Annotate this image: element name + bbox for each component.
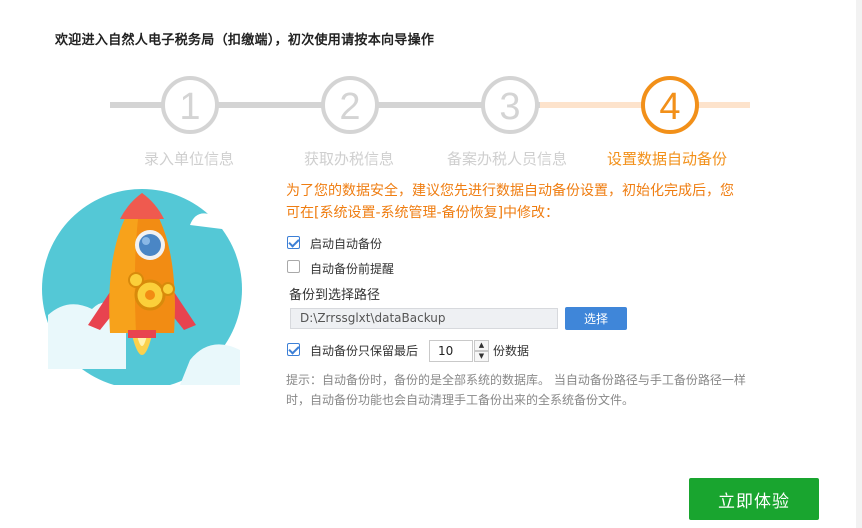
- step-1-label: 录入单位信息: [144, 150, 235, 168]
- svg-text:2: 2: [339, 86, 360, 128]
- remind-before-checkbox[interactable]: [287, 260, 300, 273]
- step-2-label: 获取办税信息: [304, 150, 395, 168]
- svg-text:1: 1: [179, 86, 200, 128]
- step-4-label: 设置数据自动备份: [607, 150, 728, 168]
- keep-latest-label: 自动备份只保留最后: [310, 344, 419, 358]
- triangle-up-icon[interactable]: ▲: [474, 340, 489, 351]
- page-title: 欢迎进入自然人电子税务局（扣缴端），初次使用请按本向导操作: [55, 33, 435, 48]
- hint-text: 提示：自动备份时，备份的是全部系统的数据库。 当自动备份路径与手工备份路径一样时…: [286, 373, 746, 407]
- keep-count-input[interactable]: 10: [429, 340, 473, 362]
- backup-path-label: 备份到选择路径: [289, 288, 381, 303]
- backup-path-input[interactable]: D:\Zrrssglxt\dataBackup: [290, 308, 558, 329]
- svg-text:4: 4: [659, 86, 680, 128]
- step-progress: 1 2 3 4: [110, 76, 750, 134]
- step-3-label: 备案办税人员信息: [447, 150, 568, 168]
- step-2-circle: 2: [321, 76, 379, 134]
- intro-text: 为了您的数据安全，建议您先进行数据自动备份设置，初始化完成后，您可在[系统设置-…: [286, 183, 734, 221]
- start-experience-button[interactable]: 立即体验: [689, 478, 819, 520]
- keep-latest-checkbox[interactable]: [287, 343, 300, 356]
- step-1-circle: 1: [161, 76, 219, 134]
- keep-latest-suffix: 份数据: [493, 344, 530, 358]
- triangle-down-icon[interactable]: ▼: [474, 351, 489, 362]
- select-path-button[interactable]: 选择: [565, 307, 627, 330]
- step-4-circle: 4: [641, 76, 699, 134]
- step-3-circle: 3: [481, 76, 539, 134]
- auto-backup-checkbox[interactable]: [287, 236, 300, 249]
- auto-backup-label: 启动自动备份: [310, 237, 383, 251]
- remind-before-label: 自动备份前提醒: [310, 262, 395, 276]
- svg-text:3: 3: [499, 86, 520, 128]
- rocket-illustration: [42, 189, 242, 385]
